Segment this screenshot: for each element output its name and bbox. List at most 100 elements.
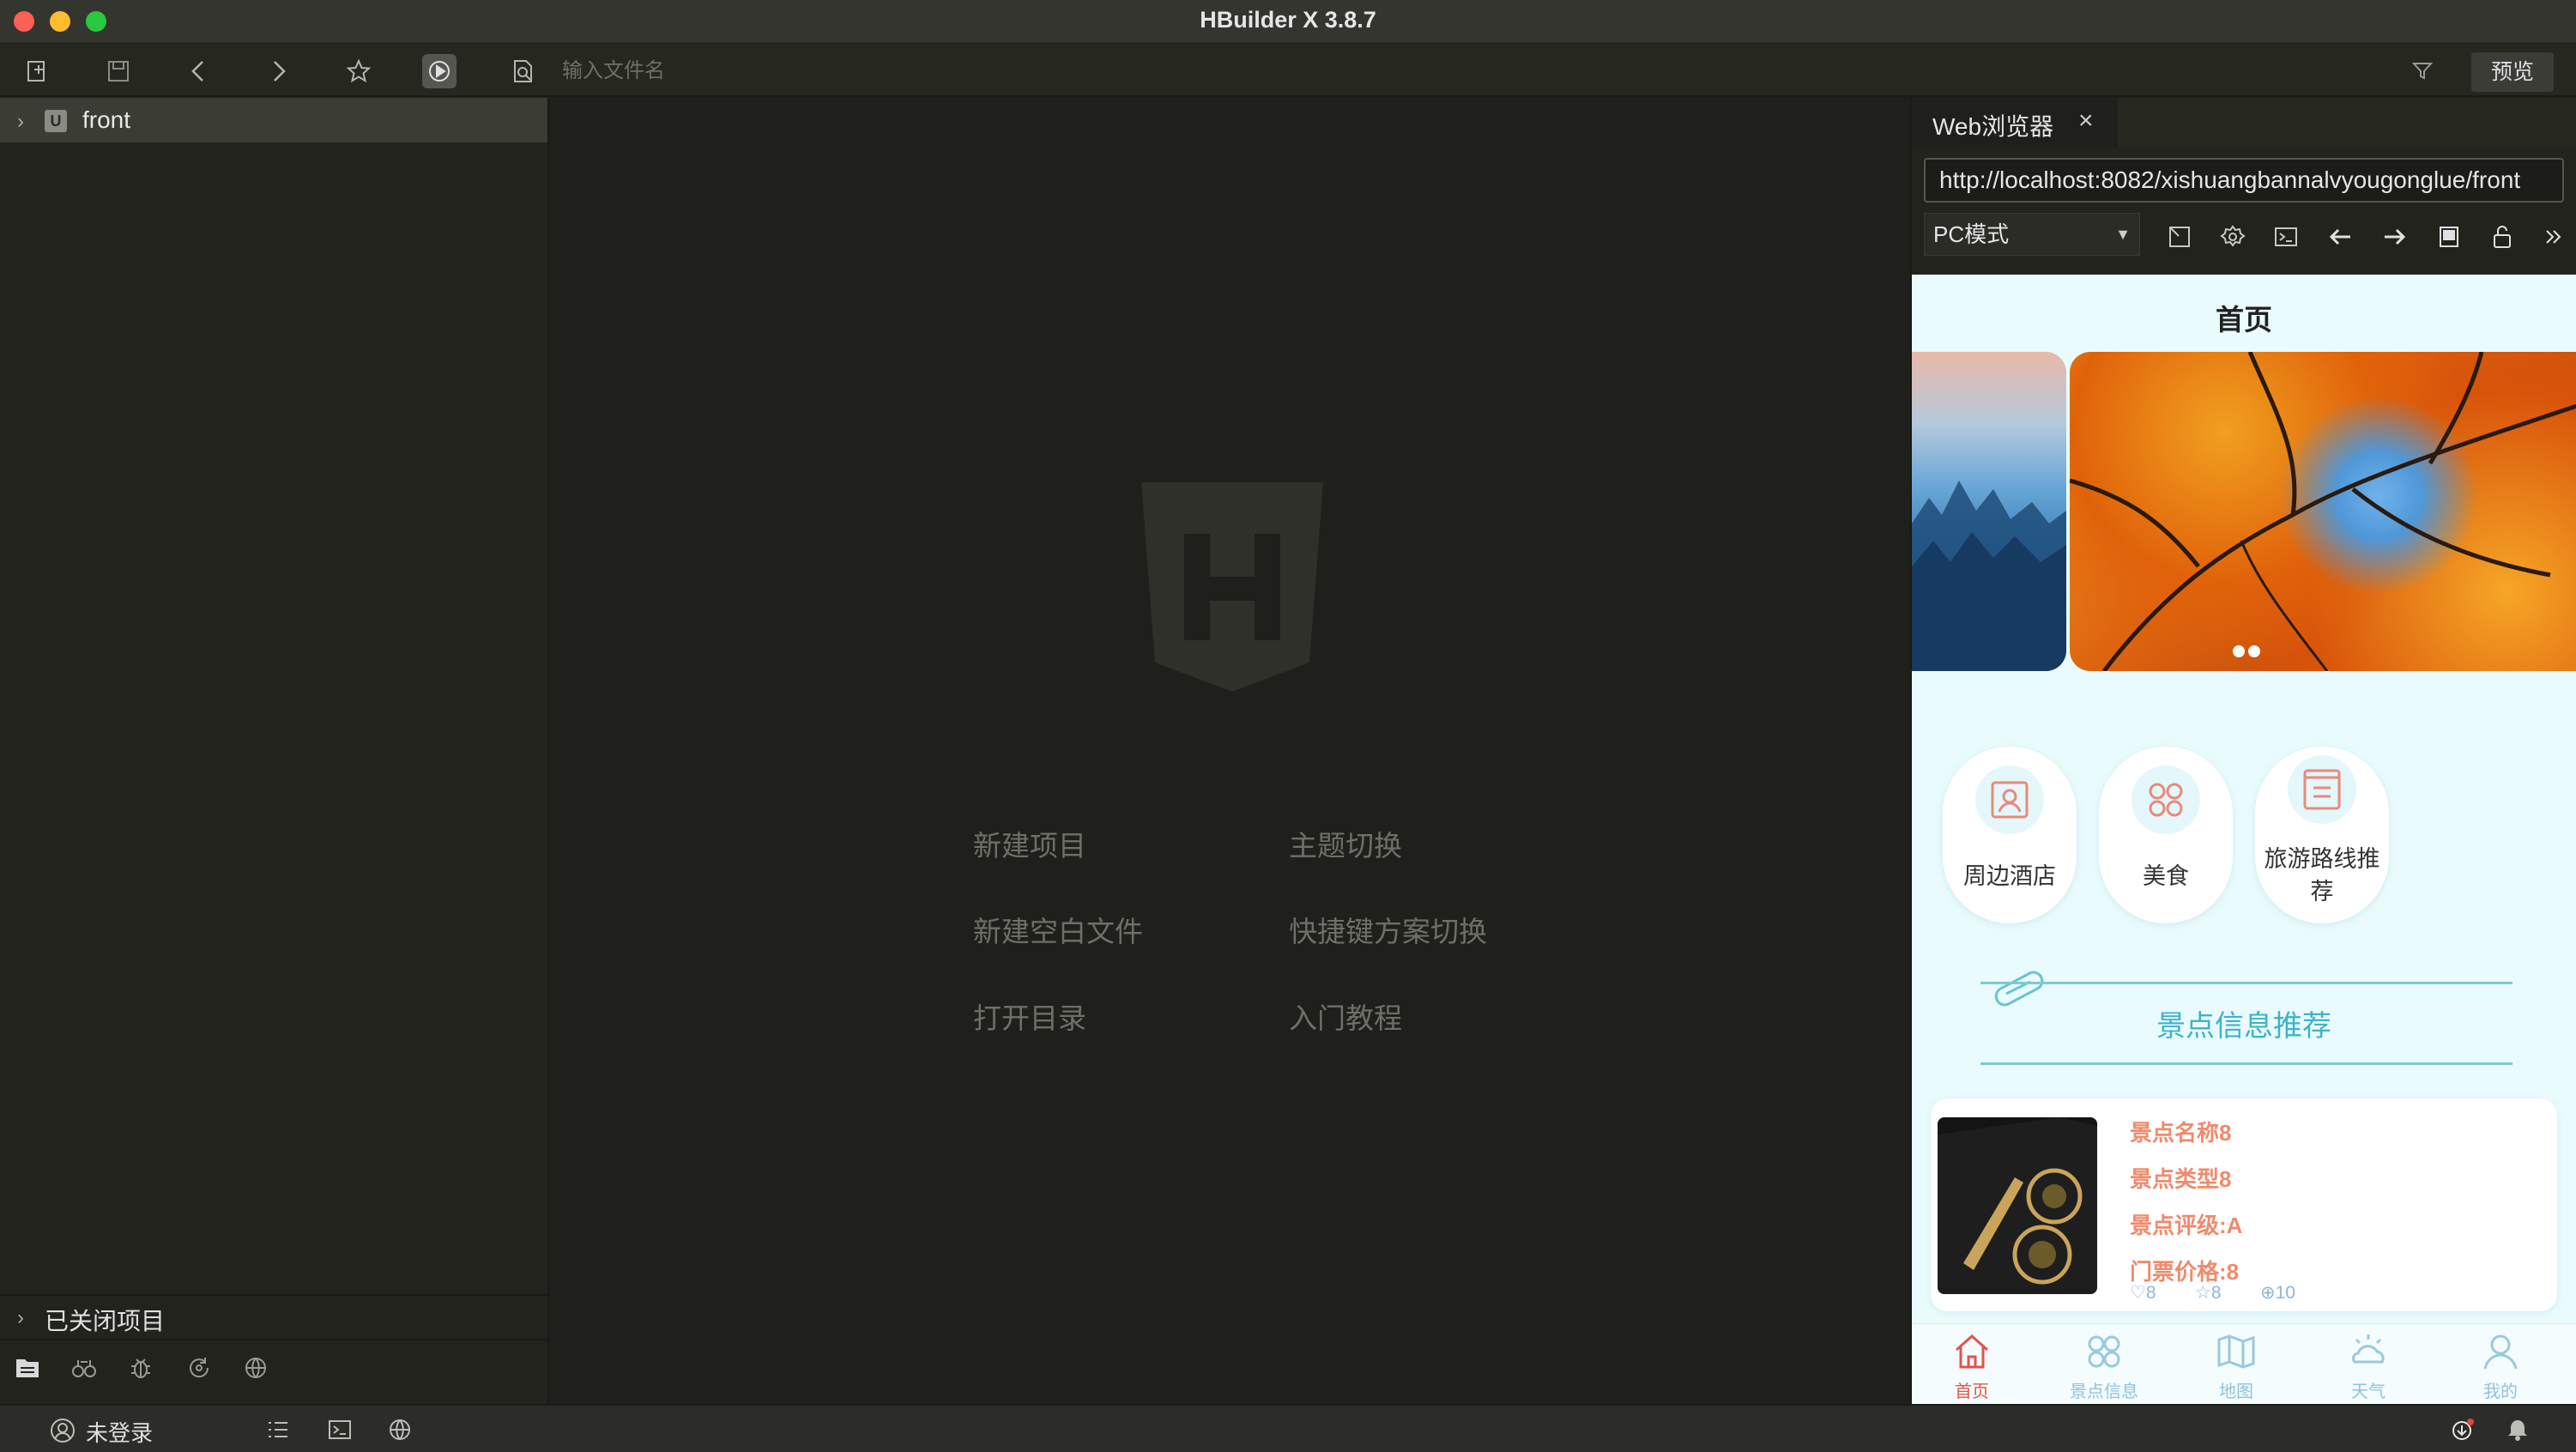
tab-home[interactable]: 首页: [1912, 1324, 2032, 1404]
mobile-preview: 首页 周边酒店 美食 旅游路线推荐 景点信息推荐 景点名称8 景点类型8 景点评…: [1912, 275, 2576, 1404]
sidebar-tool-tabs: [0, 1339, 547, 1394]
more-chevrons-icon[interactable]: [2537, 220, 2571, 254]
attraction-image: [1938, 1117, 2097, 1294]
filter-icon[interactable]: [2411, 60, 2434, 87]
attraction-type: 景点类型8: [2130, 1166, 2232, 1192]
browser-tabbar: Web浏览器 ×: [1912, 98, 2576, 148]
main-toolbar: [0, 44, 2576, 97]
tab-web-browser[interactable]: Web浏览器 ×: [1912, 98, 2118, 148]
editor-welcome: 新建项目 主题切换 新建空白文件 快捷键方案切换 打开目录 入门教程: [551, 98, 1910, 1404]
new-project-link[interactable]: 新建项目: [973, 823, 1086, 864]
globe-icon[interactable]: [386, 1416, 414, 1443]
attractions-icon: [2083, 1331, 2125, 1372]
new-blank-file-link[interactable]: 新建空白文件: [973, 909, 1143, 950]
views-count: 10: [2275, 1283, 2295, 1303]
dropdown-arrow-icon: ▼: [2115, 226, 2131, 243]
category-label: 美食: [2143, 863, 2189, 889]
section-title: 景点信息推荐: [2156, 1010, 2331, 1043]
star-icon: ☆: [2195, 1283, 2211, 1303]
tab-map[interactable]: 地图: [2176, 1324, 2296, 1404]
search-icon: ⊕: [2260, 1283, 2276, 1303]
stop-icon[interactable]: [2432, 220, 2466, 254]
hbuilder-logo-icon: [1141, 482, 1323, 696]
forward-icon[interactable]: [261, 54, 295, 88]
category-label: 旅游路线推荐: [2264, 846, 2380, 904]
tab-attractions[interactable]: 景点信息: [2044, 1324, 2164, 1404]
title-bar: HBuilder X 3.8.7: [0, 0, 2576, 43]
project-manager-icon[interactable]: [10, 1351, 45, 1385]
debug-bug-icon[interactable]: [124, 1351, 158, 1385]
favorites-stat: ☆8: [2195, 1282, 2222, 1304]
browser-back-icon[interactable]: [2324, 220, 2358, 254]
thumbs-up-icon: ♡: [2130, 1283, 2146, 1303]
preview-button[interactable]: 预览: [2471, 52, 2554, 92]
category-food[interactable]: 美食: [2099, 747, 2233, 923]
banner-image-prev[interactable]: [1912, 352, 2066, 671]
tab-label: 我的: [2483, 1382, 2518, 1401]
run-icon[interactable]: [422, 54, 457, 88]
window-title: HBuilder X 3.8.7: [1200, 7, 1376, 33]
category-travel-routes[interactable]: 旅游路线推荐: [2255, 747, 2389, 923]
carousel-dot[interactable]: [2233, 645, 2245, 657]
url-field[interactable]: http://localhost:8082/xishuangbannalvyou…: [1924, 158, 2564, 203]
status-bar: 未登录: [0, 1404, 2576, 1452]
bottom-tabbar: 首页 景点信息 地图 天气 我的: [1912, 1323, 2576, 1404]
views-stat: ⊕10: [2260, 1282, 2295, 1304]
closed-projects-label: 已关闭项目: [45, 1308, 166, 1334]
user-icon[interactable]: [50, 1418, 76, 1448]
notification-bell-icon[interactable]: [2504, 1416, 2531, 1443]
file-search-input[interactable]: [562, 56, 991, 87]
chevron-right-icon[interactable]: ›: [17, 1306, 24, 1330]
tab-label: 首页: [1955, 1382, 1989, 1401]
chevron-right-icon[interactable]: ›: [17, 110, 24, 134]
file-search-icon: [506, 54, 541, 88]
likes-stat: ♡8: [2130, 1282, 2156, 1304]
carousel-dot[interactable]: [2248, 645, 2260, 657]
save-icon[interactable]: [101, 54, 136, 88]
favorites-count: 8: [2210, 1283, 2222, 1303]
closed-projects-row[interactable]: › 已关闭项目: [0, 1294, 547, 1337]
getting-started-link[interactable]: 入门教程: [1289, 995, 1402, 1037]
settings-gear-icon[interactable]: [2216, 220, 2250, 254]
theme-switch-link[interactable]: 主题切换: [1289, 823, 1402, 864]
cloud-service-icon[interactable]: [239, 1351, 273, 1385]
close-icon[interactable]: ×: [2078, 106, 2094, 136]
likes-count: 8: [2145, 1283, 2156, 1303]
tab-mine[interactable]: 我的: [2440, 1324, 2561, 1404]
git-history-icon[interactable]: [182, 1351, 216, 1385]
update-download-icon[interactable]: [2449, 1416, 2476, 1443]
new-file-icon[interactable]: [21, 54, 55, 88]
tab-label: 景点信息: [2070, 1382, 2138, 1401]
device-mode-value: PC模式: [1933, 221, 2010, 247]
star-icon[interactable]: [342, 54, 376, 88]
project-item-front[interactable]: › U front: [0, 98, 547, 142]
project-name: front: [82, 106, 131, 133]
terminal-icon[interactable]: [326, 1416, 354, 1443]
browser-forward-icon[interactable]: [2377, 220, 2411, 254]
category-nearby-hotels[interactable]: 周边酒店: [1943, 747, 2077, 923]
tab-weather[interactable]: 天气: [2308, 1324, 2428, 1404]
outline-list-icon[interactable]: [264, 1416, 292, 1443]
console-icon[interactable]: [2269, 220, 2303, 254]
search-binoculars-icon[interactable]: [67, 1351, 101, 1385]
open-directory-link[interactable]: 打开目录: [973, 995, 1086, 1037]
section-divider-top: [1980, 982, 2513, 984]
tab-label: 天气: [2351, 1382, 2386, 1401]
home-icon: [1951, 1331, 1992, 1372]
attraction-name: 景点名称8: [2130, 1120, 2232, 1146]
user-icon: [2480, 1331, 2521, 1372]
device-mode-select[interactable]: PC模式 ▼: [1924, 213, 2140, 256]
hbuilder-window: HBuilder X 3.8.7 预览 › U: [0, 0, 2576, 1452]
keymap-switch-link[interactable]: 快捷键方案切换: [1289, 909, 1487, 950]
unlock-icon[interactable]: [2485, 220, 2519, 254]
banner-image-current[interactable]: [2070, 352, 2576, 671]
attraction-rating: 景点评级:A: [2130, 1213, 2243, 1238]
hotel-icon: [1975, 765, 2044, 834]
food-icon: [2132, 765, 2200, 834]
project-sidebar: › U front › 已关闭项目: [0, 98, 549, 1404]
screenshot-icon[interactable]: [2162, 220, 2197, 254]
weather-icon: [2348, 1331, 2389, 1372]
attraction-card[interactable]: 景点名称8 景点类型8 景点评级:A 门票价格:8 ♡8 ☆8 ⊕10: [1931, 1098, 2557, 1311]
login-status[interactable]: 未登录: [86, 1416, 153, 1448]
back-icon[interactable]: [182, 54, 216, 88]
